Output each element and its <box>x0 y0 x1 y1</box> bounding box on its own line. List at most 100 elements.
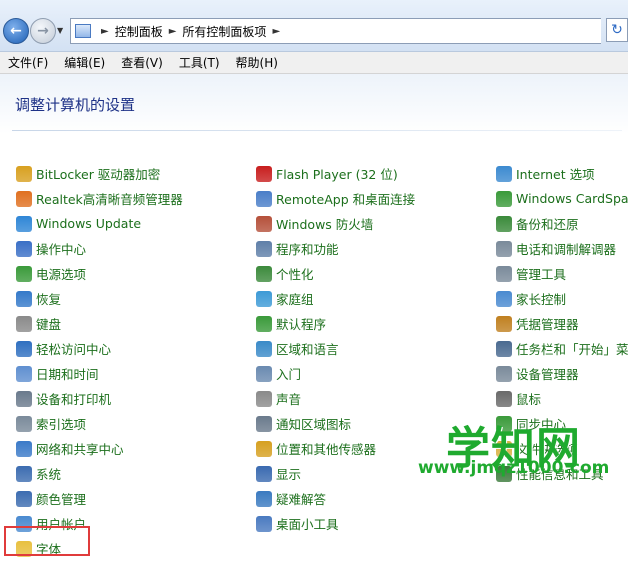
credential-icon <box>496 315 512 332</box>
sensor-icon <box>256 440 272 457</box>
control-panel-item[interactable]: 备份和还原 <box>496 211 628 236</box>
control-panel-item[interactable]: 操作中心 <box>16 236 276 261</box>
control-panel-item-label: 个性化 <box>276 267 314 282</box>
control-panel-item[interactable]: 桌面小工具 <box>256 511 516 536</box>
forward-button[interactable]: → <box>30 18 56 44</box>
phone-modem-icon <box>496 240 512 257</box>
column-1: BitLocker 驱动器加密 Realtek高清晰音频管理器 Windows Up… <box>16 161 276 561</box>
control-panel-item-label: 轻松访问中心 <box>36 342 112 357</box>
control-panel-item[interactable]: 鼠标 <box>496 386 628 411</box>
control-panel-item[interactable]: 家长控制 <box>496 286 628 311</box>
fonts-item-highlight <box>4 526 90 556</box>
control-panel-item[interactable]: 系统 <box>16 461 276 486</box>
control-panel-item[interactable]: 管理工具 <box>496 261 628 286</box>
control-panel-item[interactable]: 恢复 <box>16 286 276 311</box>
clock-icon <box>16 365 32 382</box>
control-panel-item-label: 设备和打印机 <box>36 392 112 407</box>
menu-edit[interactable]: 编辑(E) <box>56 54 113 71</box>
control-panel-item[interactable]: 键盘 <box>16 311 276 336</box>
parental-controls-icon <box>496 290 512 307</box>
control-panel-item-label: 操作中心 <box>36 242 87 257</box>
breadcrumb-all-items[interactable]: 所有控制面板项 <box>182 23 266 40</box>
network-icon <box>16 440 32 457</box>
display-icon <box>256 465 272 482</box>
control-panel-item-label: 入门 <box>276 367 302 382</box>
refresh-button[interactable]: ↻ <box>606 18 628 42</box>
control-panel-item-label: 键盘 <box>36 317 62 332</box>
breadcrumb-chevron-icon[interactable]: ► <box>169 26 177 37</box>
control-panel-item[interactable]: 入门 <box>256 361 516 386</box>
control-panel-item[interactable]: 个性化 <box>256 261 516 286</box>
control-panel-item[interactable]: Windows Update <box>16 211 276 236</box>
menu-file[interactable]: 文件(F) <box>0 54 56 71</box>
cardspace-icon <box>496 190 512 207</box>
control-panel-item[interactable]: 网络和共享中心 <box>16 436 276 461</box>
forward-arrow-icon: → <box>37 23 49 39</box>
refresh-icon: ↻ <box>611 22 623 38</box>
control-panel-item[interactable]: 程序和功能 <box>256 236 516 261</box>
control-panel-item[interactable]: 设备和打印机 <box>16 386 276 411</box>
control-panel-item[interactable]: 电话和调制解调器 <box>496 236 628 261</box>
control-panel-item[interactable]: 颜色管理 <box>16 486 276 511</box>
control-panel-item[interactable]: Flash Player (32 位) <box>256 161 516 186</box>
control-panel-item-label: 系统 <box>36 467 62 482</box>
control-panel-item[interactable]: Internet 选项 <box>496 161 628 186</box>
personalization-icon <box>256 265 272 282</box>
control-panel-item[interactable]: 家庭组 <box>256 286 516 311</box>
control-panel-item-label: Internet 选项 <box>516 167 595 182</box>
recovery-icon <box>16 290 32 307</box>
system-icon <box>16 465 32 482</box>
address-box[interactable]: ► 控制面板 ► 所有控制面板项 ► <box>70 18 601 44</box>
taskbar-icon <box>496 340 512 357</box>
breadcrumb-chevron-icon[interactable]: ► <box>272 26 280 37</box>
control-panel-item[interactable]: 电源选项 <box>16 261 276 286</box>
control-panel-item[interactable]: 疑难解答 <box>256 486 516 511</box>
control-panel-item[interactable]: Windows 防火墙 <box>256 211 516 236</box>
control-panel-item[interactable]: 区域和语言 <box>256 336 516 361</box>
control-panel-item-label: 家庭组 <box>276 292 314 307</box>
remoteapp-icon <box>256 190 272 207</box>
control-panel-item-label: 索引选项 <box>36 417 87 432</box>
control-panel-item[interactable]: 声音 <box>256 386 516 411</box>
control-panel-item[interactable]: Windows CardSpace <box>496 186 628 211</box>
programs-icon <box>256 240 272 257</box>
address-bar: ← → ▼ ► 控制面板 ► 所有控制面板项 ► ↻ <box>0 0 628 52</box>
device-manager-icon <box>496 365 512 382</box>
watermark-url: www.jmqz1000.com <box>418 458 610 478</box>
control-panel-item[interactable]: Realtek高清晰音频管理器 <box>16 186 276 211</box>
recent-pages-dropdown[interactable]: ▼ <box>57 26 63 35</box>
flag-icon <box>16 240 32 257</box>
internet-options-icon <box>496 165 512 182</box>
control-panel-item-label: 设备管理器 <box>516 367 579 382</box>
control-panel-item[interactable]: 凭据管理器 <box>496 311 628 336</box>
control-panel-item-label: 电源选项 <box>36 267 87 282</box>
control-panel-item-label: Windows 防火墙 <box>276 217 374 232</box>
control-panel-item[interactable]: BitLocker 驱动器加密 <box>16 161 276 186</box>
control-panel-item-label: 位置和其他传感器 <box>276 442 377 457</box>
breadcrumb-control-panel[interactable]: 控制面板 <box>115 23 163 40</box>
indexing-icon <box>16 415 32 432</box>
back-button[interactable]: ← <box>3 18 29 44</box>
ease-of-access-icon <box>16 340 32 357</box>
control-panel-item-label: 管理工具 <box>516 267 567 282</box>
breadcrumb-chevron-icon[interactable]: ► <box>101 26 109 37</box>
notification-icon <box>256 415 272 432</box>
control-panel-item[interactable]: 轻松访问中心 <box>16 336 276 361</box>
control-panel-item-label: Flash Player (32 位) <box>276 167 398 182</box>
control-panel-item-label: 恢复 <box>36 292 62 307</box>
control-panel-item-label: 程序和功能 <box>276 242 339 257</box>
control-panel-item-label: Realtek高清晰音频管理器 <box>36 192 183 207</box>
menu-view[interactable]: 查看(V) <box>113 54 171 71</box>
control-panel-item[interactable]: RemoteApp 和桌面连接 <box>256 186 516 211</box>
printer-icon <box>16 390 32 407</box>
menu-tools[interactable]: 工具(T) <box>171 54 228 71</box>
control-panel-item[interactable]: 设备管理器 <box>496 361 628 386</box>
control-panel-item[interactable]: 索引选项 <box>16 411 276 436</box>
control-panel-item[interactable]: 日期和时间 <box>16 361 276 386</box>
default-programs-icon <box>256 315 272 332</box>
control-panel-item[interactable]: 默认程序 <box>256 311 516 336</box>
menu-help[interactable]: 帮助(H) <box>228 54 286 71</box>
admin-tools-icon <box>496 265 512 282</box>
control-panel-item[interactable]: 任务栏和「开始」菜单 <box>496 336 628 361</box>
control-panel-item-label: 桌面小工具 <box>276 517 339 532</box>
